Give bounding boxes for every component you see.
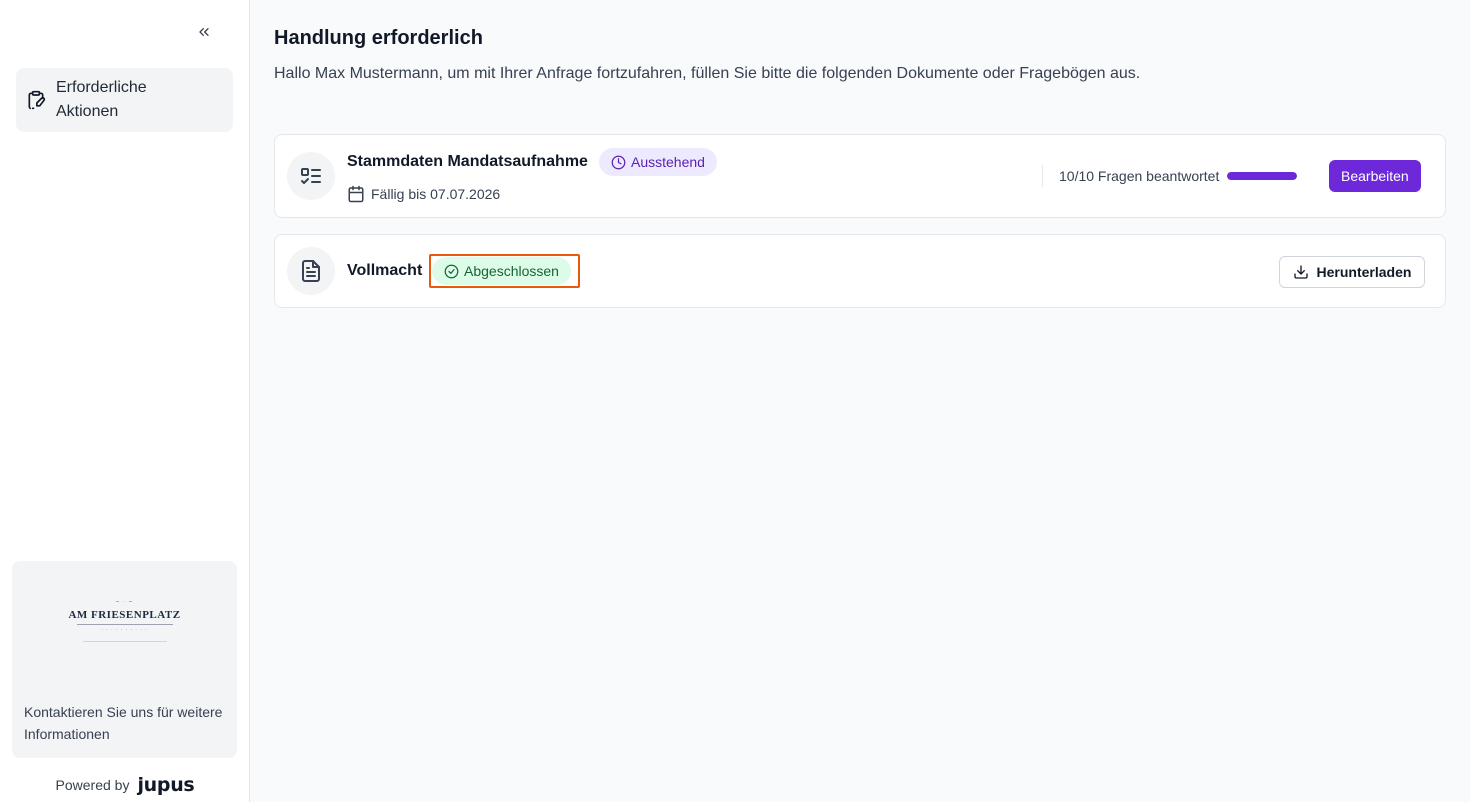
item-icon-wrapper bbox=[287, 152, 335, 200]
sidebar-item-erforderliche-aktionen[interactable]: Erforderliche Aktionen bbox=[16, 68, 233, 132]
item-title: Vollmacht bbox=[347, 262, 423, 279]
firm-logo-tagline: · · · · · · · · · · bbox=[101, 628, 148, 633]
item-icon-wrapper bbox=[287, 247, 335, 295]
action-item-card: Stammdaten Mandatsaufnahme Ausstehend Fä… bbox=[274, 134, 1446, 218]
status-badge: Abgeschlossen bbox=[432, 257, 571, 285]
clipboard-pen-icon bbox=[26, 90, 46, 110]
jupus-logo[interactable]: jupus bbox=[137, 774, 194, 796]
firm-contact-text: Kontaktieren Sie uns für weitere Informa… bbox=[24, 704, 223, 742]
clock-icon bbox=[611, 155, 626, 169]
due-date: Fällig bis 07.07.2026 bbox=[347, 185, 500, 203]
item-title: Stammdaten Mandatsaufnahme bbox=[347, 153, 588, 170]
progress-bar-fill bbox=[1227, 172, 1298, 180]
status-badge: Ausstehend bbox=[599, 148, 717, 176]
check-circle-icon bbox=[444, 264, 459, 278]
download-button-label: Herunterladen bbox=[1316, 264, 1412, 280]
status-badge-label: Ausstehend bbox=[631, 154, 705, 170]
due-date-text: Fällig bis 07.07.2026 bbox=[371, 186, 501, 202]
progress-section: 10/10 Fragen beantwortet bbox=[1042, 165, 1298, 187]
main-content: Handlung erforderlich Hallo Max Musterma… bbox=[250, 0, 1470, 802]
action-item-card: Vollmacht Abgeschlossen Herunterladen bbox=[274, 234, 1446, 308]
edit-button[interactable]: Bearbeiten bbox=[1329, 160, 1421, 192]
firm-logo-rule bbox=[76, 624, 173, 625]
page-subtitle: Hallo Max Mustermann, um mit Ihrer Anfra… bbox=[274, 65, 1141, 82]
firm-logo-name: AM FRIESENPLATZ bbox=[68, 609, 181, 621]
powered-by: Powered by jupus bbox=[0, 774, 250, 796]
sidebar-item-label: Erforderliche Aktionen bbox=[56, 79, 147, 120]
page-title: Handlung erforderlich bbox=[274, 27, 483, 49]
checklist-icon bbox=[301, 168, 321, 184]
firm-logo-rule-bottom bbox=[82, 641, 167, 642]
calendar-icon bbox=[348, 185, 364, 203]
status-badge-label: Abgeschlossen bbox=[464, 263, 559, 279]
firm-contact-card: ~ · ~ AM FRIESENPLATZ · · · · · · · · · … bbox=[12, 561, 237, 758]
firm-logo-ornament: ~ · ~ bbox=[115, 599, 134, 605]
progress-bar bbox=[1227, 172, 1298, 180]
powered-by-text: Powered by bbox=[55, 777, 130, 793]
document-icon bbox=[302, 260, 320, 282]
progress-text: 10/10 Fragen beantwortet bbox=[1059, 168, 1220, 184]
download-button[interactable]: Herunterladen bbox=[1279, 256, 1425, 288]
collapse-sidebar-button[interactable] bbox=[192, 20, 216, 44]
firm-logo: ~ · ~ AM FRIESENPLATZ · · · · · · · · · … bbox=[12, 599, 237, 655]
chevrons-left-icon bbox=[199, 27, 209, 36]
sidebar: Erforderliche Aktionen ~ · ~ AM FRIESENP… bbox=[0, 0, 250, 802]
download-icon bbox=[1293, 265, 1308, 279]
